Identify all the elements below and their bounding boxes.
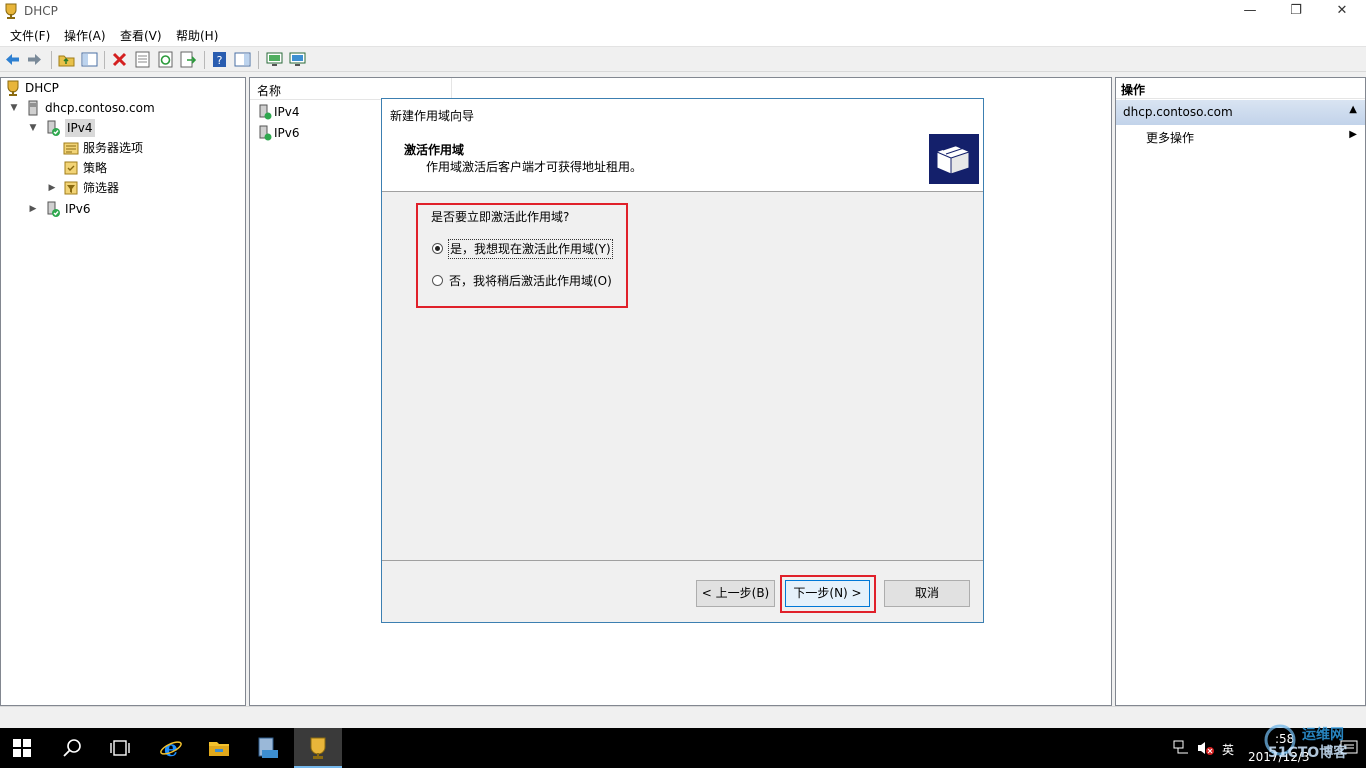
tree-label: 策略	[83, 161, 108, 175]
folders-wizard-icon	[929, 134, 979, 184]
properties-icon[interactable]	[134, 51, 151, 68]
volume-muted-icon[interactable]	[1197, 740, 1215, 756]
svg-text:e: e	[164, 736, 178, 760]
show-hide-tree-icon[interactable]	[81, 51, 98, 68]
tree-label: IPv4	[65, 119, 95, 137]
policies-icon	[64, 161, 78, 175]
wizard-step-description: 作用域激活后客户端才可获得地址租用。	[426, 160, 643, 174]
ipv4-scope-icon	[47, 120, 60, 136]
toolbar: ?	[0, 46, 1366, 72]
title-bar: DHCP — ❐ ✕	[0, 0, 1366, 22]
wizard-header: 新建作用域向导 激活作用域 作用域激活后客户端才可获得地址租用。	[382, 99, 983, 192]
close-button[interactable]: ✕	[1319, 0, 1365, 22]
ime-indicator[interactable]: 英	[1222, 741, 1234, 758]
server-options-icon	[63, 142, 79, 155]
status-bar	[0, 706, 1366, 728]
minimize-button[interactable]: —	[1227, 0, 1273, 22]
dhcp-app-icon	[310, 737, 326, 759]
collapse-caret-icon[interactable]: ▲	[1349, 104, 1357, 115]
tree-label: IPv6	[65, 202, 91, 216]
cancel-button[interactable]: 取消	[884, 580, 970, 607]
ipv6-scope-icon	[47, 201, 60, 217]
action-section-server[interactable]: dhcp.contoso.com ▲	[1116, 100, 1365, 125]
ipv4-scope-icon	[259, 104, 272, 120]
menu-bar: 文件(F) 操作(A) 查看(V) 帮助(H)	[0, 22, 1366, 46]
delete-icon[interactable]	[111, 51, 128, 68]
back-button[interactable]: < 上一步(B)	[696, 580, 775, 607]
taskbar-dhcp-active[interactable]	[294, 728, 342, 768]
button-separator	[382, 560, 983, 561]
tree-label: 服务器选项	[83, 141, 144, 155]
tree-label: 筛选器	[83, 181, 120, 195]
menu-help[interactable]: 帮助(H)	[176, 27, 218, 44]
help-icon[interactable]: ?	[211, 51, 228, 68]
notifications-icon[interactable]	[1340, 740, 1358, 756]
toolbar-separator	[204, 51, 205, 69]
toolbar-separator	[51, 51, 52, 69]
filters-icon	[64, 181, 78, 195]
network-tray-icon[interactable]	[1173, 740, 1191, 756]
console-tree-pane: DHCP ▼ dhcp.contoso.com ▼ IPv4 服务器选项 策略 …	[0, 77, 246, 706]
forward-icon[interactable]	[26, 51, 43, 68]
taskbar: e 英 :58 2017/12/3	[0, 728, 1366, 768]
svg-text:?: ?	[217, 54, 223, 67]
internet-explorer-icon[interactable]: e	[159, 736, 183, 760]
toolbar-separator	[258, 51, 259, 69]
refresh-icon[interactable]	[157, 51, 174, 68]
toolbar-separator	[104, 51, 105, 69]
dialog-title: 新建作用域向导	[390, 109, 475, 123]
tree-label: DHCP	[25, 81, 59, 95]
expand-chevron-icon[interactable]: ▶	[47, 183, 57, 193]
action-pane: 操作 dhcp.contoso.com ▲ 更多操作 ▶	[1115, 77, 1366, 706]
new-scope-wizard-dialog: 新建作用域向导 激活作用域 作用域激活后客户端才可获得地址租用。 是否要立即激活…	[381, 98, 984, 623]
server-icon	[28, 100, 38, 116]
windows-start-icon[interactable]	[12, 738, 32, 758]
file-explorer-icon[interactable]	[207, 736, 231, 760]
window-title: DHCP	[24, 4, 58, 18]
tree-label: dhcp.contoso.com	[45, 101, 155, 115]
column-header-name[interactable]: 名称	[250, 78, 452, 100]
expand-chevron-icon[interactable]: ▶	[28, 204, 38, 214]
ipv6-scope-icon	[259, 125, 272, 141]
menu-view[interactable]: 查看(V)	[120, 27, 162, 44]
search-icon[interactable]	[61, 736, 85, 760]
highlight-box-next	[780, 575, 876, 613]
menu-file[interactable]: 文件(F)	[10, 27, 50, 44]
list-item-label: IPv6	[274, 126, 300, 140]
action-pane-header: 操作	[1116, 78, 1365, 99]
dhcp-trophy-icon	[7, 80, 19, 96]
list-item-label: IPv4	[274, 105, 300, 119]
dhcp-app-icon	[5, 3, 17, 19]
highlight-box-options	[416, 203, 628, 308]
collapse-chevron-icon[interactable]: ▼	[28, 123, 38, 133]
server-monitor-icon[interactable]	[266, 51, 283, 68]
server-manager-icon[interactable]	[256, 736, 280, 760]
clock-date[interactable]: 2017/12/3	[1248, 750, 1310, 764]
export-list-icon[interactable]	[180, 51, 197, 68]
menu-action[interactable]: 操作(A)	[64, 27, 106, 44]
collapse-chevron-icon[interactable]: ▼	[9, 103, 19, 113]
wizard-step-heading: 激活作用域	[404, 143, 465, 157]
submenu-arrow-icon: ▶	[1349, 129, 1357, 140]
action-section-label: dhcp.contoso.com	[1123, 105, 1233, 119]
task-view-icon[interactable]	[108, 736, 132, 760]
back-icon[interactable]	[4, 51, 21, 68]
more-actions-link[interactable]: 更多操作	[1146, 129, 1194, 146]
show-action-pane-icon[interactable]	[234, 51, 251, 68]
restore-button[interactable]: ❐	[1273, 0, 1319, 22]
network-monitor-icon[interactable]	[289, 51, 306, 68]
up-folder-icon[interactable]	[58, 51, 75, 68]
clock-time[interactable]: :58	[1275, 732, 1294, 746]
